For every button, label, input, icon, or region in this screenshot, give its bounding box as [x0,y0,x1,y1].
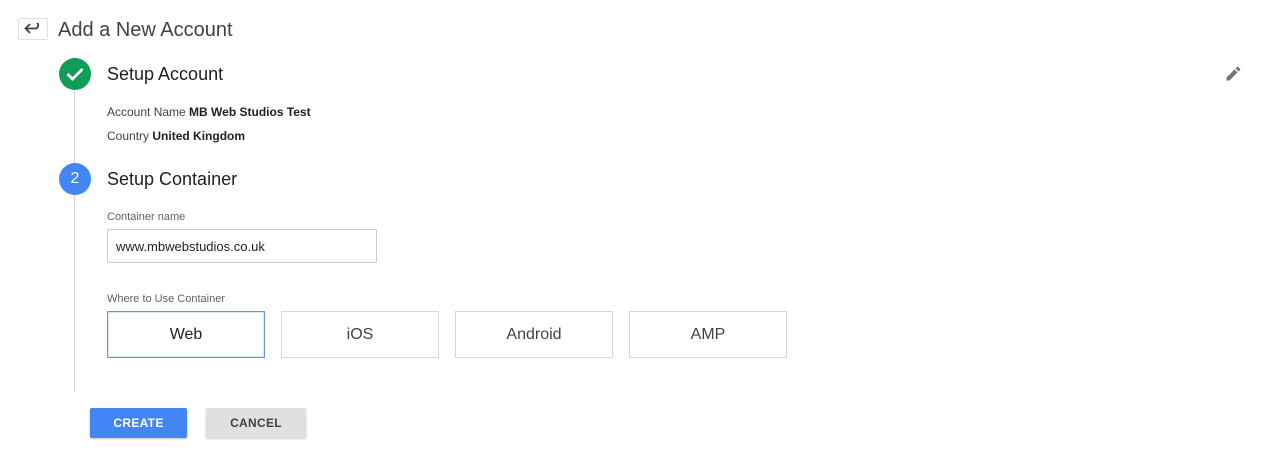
country-label: Country [107,129,150,143]
create-button[interactable]: CREATE [90,408,187,438]
step-title-setup-container: Setup Container [107,169,238,189]
checkmark-icon [66,68,84,81]
platform-option-ios[interactable]: iOS [281,311,439,358]
platform-option-android[interactable]: Android [455,311,613,358]
container-name-input[interactable] [107,229,377,263]
container-name-label: Container name [107,211,186,223]
page-title: Add a New Account [58,19,233,41]
country-value: United Kingdom [152,129,246,143]
country-line: Country United Kingdom [107,128,245,144]
where-to-use-label: Where to Use Container [107,293,225,305]
platform-option-amp[interactable]: AMP [629,311,787,358]
account-name-value: MB Web Studios Test [189,105,311,119]
platform-option-web[interactable]: Web [107,311,265,358]
pencil-icon[interactable] [1224,65,1242,83]
back-arrow-icon [24,23,40,34]
account-name-label: Account Name [107,105,186,119]
stepper-line [74,80,75,392]
step-title-setup-account: Setup Account [107,64,224,84]
back-button[interactable] [18,18,48,40]
step-complete-badge [59,58,91,90]
cancel-button[interactable]: CANCEL [206,408,306,438]
step-number-badge: 2 [59,163,91,195]
add-account-page: Add a New Account Setup Account Account … [0,0,1270,456]
account-name-line: Account Name MB Web Studios Test [107,104,311,120]
